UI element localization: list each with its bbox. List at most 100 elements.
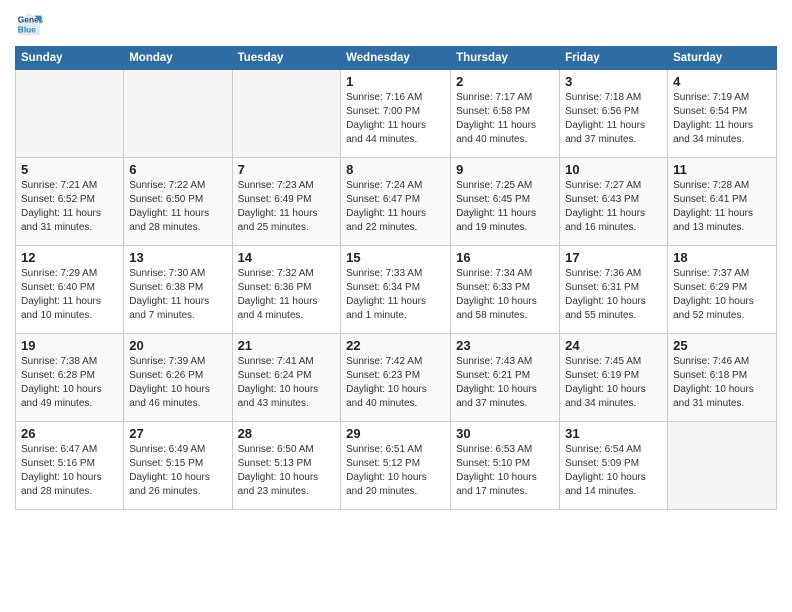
day-number: 29 xyxy=(346,426,445,441)
calendar-cell: 20Sunrise: 7:39 AM Sunset: 6:26 PM Dayli… xyxy=(124,334,232,422)
day-number: 24 xyxy=(565,338,662,353)
calendar-cell: 25 Sunrise: 7:46 AM Sunset: 6:18 PM Dayli… xyxy=(668,334,777,422)
calendar-cell: 9 Sunrise: 7:25 AM Sunset: 6:45 PM Daylig… xyxy=(451,158,560,246)
day-number: 1 xyxy=(346,74,445,89)
day-number: 6 xyxy=(129,162,226,177)
day-number: 3 xyxy=(565,74,662,89)
day-number: 5 xyxy=(21,162,118,177)
day-number: 17 xyxy=(565,250,662,265)
day-info: Sunrise: 7:24 AM Sunset: 6:47 PM Dayligh… xyxy=(346,179,445,235)
calendar-cell: 4Sunrise: 7:19 AM Sunset: 6:54 PM Daylig… xyxy=(668,70,777,158)
weekday-header-friday: Friday xyxy=(560,47,668,70)
day-info: Sunrise: 7:36 AM Sunset: 6:31 PM Dayligh… xyxy=(565,267,662,323)
weekday-header-row: SundayMondayTuesdayWednesdayThursdayFrid… xyxy=(16,47,777,70)
calendar-table: SundayMondayTuesdayWednesdayThursdayFrid… xyxy=(15,46,777,510)
page-container: General Blue SundayMondayTuesdayWednesda… xyxy=(0,0,792,520)
day-info: Sunrise: 7:32 AM Sunset: 6:36 PM Dayligh… xyxy=(238,267,336,323)
day-number: 26 xyxy=(21,426,118,441)
svg-text:Blue: Blue xyxy=(18,24,36,34)
calendar-cell: 2 Sunrise: 7:17 AM Sunset: 6:58 PM Daylig… xyxy=(451,70,560,158)
day-info: Sunrise: 7:17 AM Sunset: 6:58 PM Dayligh… xyxy=(456,91,554,147)
day-number: 25 xyxy=(673,338,771,353)
calendar-cell: 26 Sunrise: 6:47 AM Sunset: 5:16 PM Dayli… xyxy=(16,422,124,510)
weekday-header-thursday: Thursday xyxy=(451,47,560,70)
calendar-week-2: 5Sunrise: 7:21 AM Sunset: 6:52 PM Daylig… xyxy=(16,158,777,246)
day-info: Sunrise: 7:18 AM Sunset: 6:56 PM Dayligh… xyxy=(565,91,662,147)
day-number: 7 xyxy=(238,162,336,177)
day-info: Sunrise: 7:25 AM Sunset: 6:45 PM Dayligh… xyxy=(456,179,554,235)
day-info: Sunrise: 7:38 AM Sunset: 6:28 PM Dayligh… xyxy=(21,355,118,411)
calendar-cell: 8 Sunrise: 7:24 AM Sunset: 6:47 PM Daylig… xyxy=(341,158,451,246)
calendar-cell: 15Sunrise: 7:33 AM Sunset: 6:34 PM Dayli… xyxy=(341,246,451,334)
calendar-cell: 21 Sunrise: 7:41 AM Sunset: 6:24 PM Dayli… xyxy=(232,334,341,422)
day-info: Sunrise: 7:30 AM Sunset: 6:38 PM Dayligh… xyxy=(129,267,226,323)
calendar-cell: 13 Sunrise: 7:30 AM Sunset: 6:38 PM Dayli… xyxy=(124,246,232,334)
day-number: 9 xyxy=(456,162,554,177)
logo-icon: General Blue xyxy=(15,10,43,38)
calendar-cell: 18Sunrise: 7:37 AM Sunset: 6:29 PM Dayli… xyxy=(668,246,777,334)
calendar-cell: 30Sunrise: 6:53 AM Sunset: 5:10 PM Dayli… xyxy=(451,422,560,510)
day-number: 27 xyxy=(129,426,226,441)
day-info: Sunrise: 7:22 AM Sunset: 6:50 PM Dayligh… xyxy=(129,179,226,235)
day-number: 28 xyxy=(238,426,336,441)
day-info: Sunrise: 6:47 AM Sunset: 5:16 PM Dayligh… xyxy=(21,443,118,499)
day-number: 16 xyxy=(456,250,554,265)
day-info: Sunrise: 7:46 AM Sunset: 6:18 PM Dayligh… xyxy=(673,355,771,411)
weekday-header-sunday: Sunday xyxy=(16,47,124,70)
day-number: 8 xyxy=(346,162,445,177)
calendar-cell: 28 Sunrise: 6:50 AM Sunset: 5:13 PM Dayli… xyxy=(232,422,341,510)
calendar-cell: 23 Sunrise: 7:43 AM Sunset: 6:21 PM Dayli… xyxy=(451,334,560,422)
day-number: 22 xyxy=(346,338,445,353)
day-number: 2 xyxy=(456,74,554,89)
calendar-cell: 1Sunrise: 7:16 AM Sunset: 7:00 PM Daylig… xyxy=(341,70,451,158)
calendar-cell: 7Sunrise: 7:23 AM Sunset: 6:49 PM Daylig… xyxy=(232,158,341,246)
calendar-cell: 29 Sunrise: 6:51 AM Sunset: 5:12 PM Dayli… xyxy=(341,422,451,510)
calendar-cell: 10Sunrise: 7:27 AM Sunset: 6:43 PM Dayli… xyxy=(560,158,668,246)
day-info: Sunrise: 7:28 AM Sunset: 6:41 PM Dayligh… xyxy=(673,179,771,235)
day-info: Sunrise: 7:41 AM Sunset: 6:24 PM Dayligh… xyxy=(238,355,336,411)
day-info: Sunrise: 7:37 AM Sunset: 6:29 PM Dayligh… xyxy=(673,267,771,323)
calendar-cell xyxy=(124,70,232,158)
day-number: 31 xyxy=(565,426,662,441)
calendar-week-3: 12 Sunrise: 7:29 AM Sunset: 6:40 PM Dayli… xyxy=(16,246,777,334)
day-number: 21 xyxy=(238,338,336,353)
calendar-cell: 6 Sunrise: 7:22 AM Sunset: 6:50 PM Daylig… xyxy=(124,158,232,246)
calendar-cell: 3 Sunrise: 7:18 AM Sunset: 6:56 PM Daylig… xyxy=(560,70,668,158)
day-number: 14 xyxy=(238,250,336,265)
day-info: Sunrise: 7:29 AM Sunset: 6:40 PM Dayligh… xyxy=(21,267,118,323)
day-number: 19 xyxy=(21,338,118,353)
day-number: 12 xyxy=(21,250,118,265)
weekday-header-monday: Monday xyxy=(124,47,232,70)
day-info: Sunrise: 7:45 AM Sunset: 6:19 PM Dayligh… xyxy=(565,355,662,411)
calendar-cell: 24 Sunrise: 7:45 AM Sunset: 6:19 PM Dayli… xyxy=(560,334,668,422)
day-info: Sunrise: 7:34 AM Sunset: 6:33 PM Dayligh… xyxy=(456,267,554,323)
day-info: Sunrise: 6:53 AM Sunset: 5:10 PM Dayligh… xyxy=(456,443,554,499)
logo: General Blue xyxy=(15,10,47,38)
day-info: Sunrise: 6:54 AM Sunset: 5:09 PM Dayligh… xyxy=(565,443,662,499)
calendar-cell: 14 Sunrise: 7:32 AM Sunset: 6:36 PM Dayli… xyxy=(232,246,341,334)
calendar-cell: 5Sunrise: 7:21 AM Sunset: 6:52 PM Daylig… xyxy=(16,158,124,246)
calendar-cell xyxy=(232,70,341,158)
calendar-cell: 11 Sunrise: 7:28 AM Sunset: 6:41 PM Dayli… xyxy=(668,158,777,246)
calendar-cell: 16 Sunrise: 7:34 AM Sunset: 6:33 PM Dayli… xyxy=(451,246,560,334)
day-number: 23 xyxy=(456,338,554,353)
weekday-header-tuesday: Tuesday xyxy=(232,47,341,70)
day-number: 13 xyxy=(129,250,226,265)
weekday-header-wednesday: Wednesday xyxy=(341,47,451,70)
day-number: 15 xyxy=(346,250,445,265)
day-number: 11 xyxy=(673,162,771,177)
day-info: Sunrise: 6:51 AM Sunset: 5:12 PM Dayligh… xyxy=(346,443,445,499)
day-info: Sunrise: 7:39 AM Sunset: 6:26 PM Dayligh… xyxy=(129,355,226,411)
calendar-cell xyxy=(668,422,777,510)
day-number: 10 xyxy=(565,162,662,177)
header: General Blue xyxy=(15,10,777,38)
day-info: Sunrise: 7:43 AM Sunset: 6:21 PM Dayligh… xyxy=(456,355,554,411)
weekday-header-saturday: Saturday xyxy=(668,47,777,70)
calendar-week-4: 19 Sunrise: 7:38 AM Sunset: 6:28 PM Dayli… xyxy=(16,334,777,422)
day-info: Sunrise: 6:50 AM Sunset: 5:13 PM Dayligh… xyxy=(238,443,336,499)
calendar-cell: 17 Sunrise: 7:36 AM Sunset: 6:31 PM Dayli… xyxy=(560,246,668,334)
day-info: Sunrise: 6:49 AM Sunset: 5:15 PM Dayligh… xyxy=(129,443,226,499)
calendar-cell: 22 Sunrise: 7:42 AM Sunset: 6:23 PM Dayli… xyxy=(341,334,451,422)
day-info: Sunrise: 7:42 AM Sunset: 6:23 PM Dayligh… xyxy=(346,355,445,411)
calendar-cell: 27 Sunrise: 6:49 AM Sunset: 5:15 PM Dayli… xyxy=(124,422,232,510)
